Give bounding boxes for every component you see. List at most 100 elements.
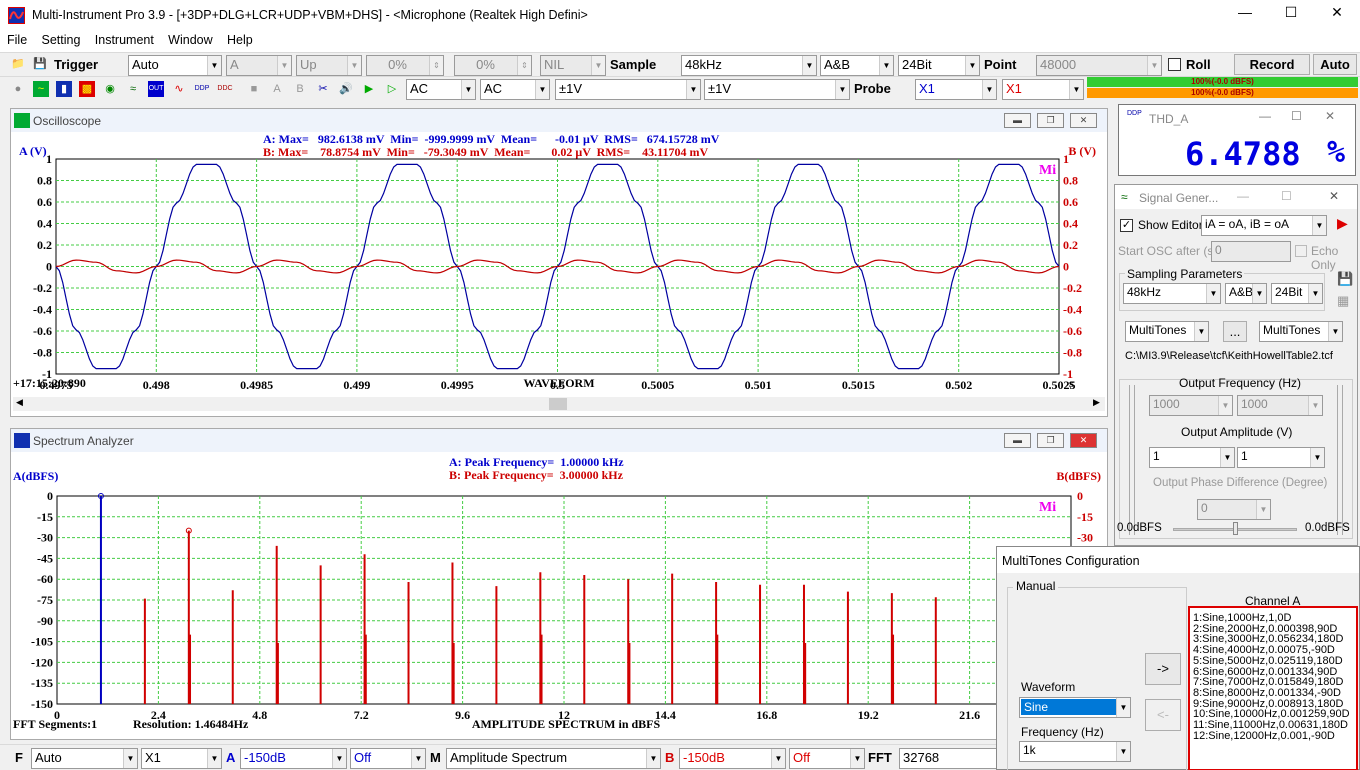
points-select[interactable]: 48000 ▼	[1036, 55, 1162, 76]
close-icon[interactable]: ✕	[1314, 4, 1360, 21]
maximize-icon[interactable]: ☐	[1268, 4, 1314, 21]
close-icon[interactable]: ✕	[1329, 189, 1339, 203]
spectrum-plot[interactable]: 0 -15 -30 -45 -60 -75 -90 -105 -120 -135 -150 0 -15 -…	[11, 452, 1107, 739]
channels-select[interactable]: A&B ▼	[820, 55, 894, 76]
waveform-select[interactable]: Sine ▼	[1019, 697, 1131, 718]
expr-select[interactable]: iA = oA, iB = oA ▼	[1201, 215, 1327, 236]
play-icon[interactable]: ▶	[1337, 215, 1348, 232]
sg-bits-select[interactable]: 24Bit ▼	[1271, 283, 1323, 304]
scissors-icon[interactable]: ✂	[315, 81, 331, 97]
output-icon[interactable]: OUT	[148, 81, 164, 97]
tone-list[interactable]: 1:Sine,1000Hz,1,0D 2:Sine,2000Hz,0.000398…	[1188, 606, 1358, 770]
h-scrollbar[interactable]: ◀ ▶	[13, 397, 1105, 411]
minimize-icon[interactable]: —	[1259, 109, 1271, 123]
oscilloscope-icon[interactable]: ~	[33, 81, 49, 97]
tool-b-icon[interactable]: B	[292, 81, 308, 97]
fft-size-select[interactable]: 32768	[899, 748, 997, 769]
menu-setting[interactable]: Setting	[35, 32, 85, 47]
start-osc-input[interactable]: 0	[1211, 241, 1291, 262]
slider-left-track[interactable]	[1129, 385, 1135, 535]
trigger-delay-input[interactable]: 0% ⇕	[454, 55, 532, 76]
scroll-thumb[interactable]	[549, 398, 567, 410]
a-floor-select[interactable]: -150dB ▼	[240, 748, 347, 769]
minimize-icon[interactable]: ▬	[1004, 433, 1031, 448]
tone-list-item[interactable]: 5:Sine,5000Hz,0.025119,180D	[1193, 655, 1354, 667]
b-off-select[interactable]: Off ▼	[789, 748, 865, 769]
play-once-icon[interactable]: ▷	[384, 81, 400, 97]
maximize-icon[interactable]: ☐	[1281, 189, 1292, 203]
maximize-icon[interactable]: ☐	[1291, 109, 1302, 123]
m-mode-select[interactable]: Amplitude Spectrum ▼	[446, 748, 661, 769]
close-icon[interactable]: ✕	[1070, 433, 1097, 448]
menu-window[interactable]: Window	[161, 32, 216, 47]
add-tone-button[interactable]: ->	[1145, 653, 1181, 685]
trigger-mode-select[interactable]: Auto ▼	[128, 55, 222, 76]
close-icon[interactable]: ✕	[1070, 113, 1097, 128]
minimize-icon[interactable]: —	[1237, 189, 1249, 203]
oscilloscope-plot[interactable]: 10.80.60.40.20-0.2-0.4-0.6-0.8-110.80.60…	[11, 132, 1107, 404]
play-icon[interactable]: ▶	[361, 81, 377, 97]
echo-only-checkbox[interactable]	[1295, 245, 1307, 257]
auto-button[interactable]: Auto	[1313, 54, 1357, 75]
trigger-level-input[interactable]: 0% ⇕	[366, 55, 444, 76]
amp-b-select[interactable]: 1 ▼	[1237, 447, 1325, 468]
spectrogram-icon[interactable]: ▩	[79, 81, 95, 97]
table-icon[interactable]: ▦	[1337, 293, 1349, 309]
wave-a-select[interactable]: MultiTones ▼	[1125, 321, 1209, 342]
tone-list-item[interactable]: 12:Sine,12000Hz,0.001,-90D	[1193, 730, 1354, 742]
wave-b-select[interactable]: MultiTones ▼	[1259, 321, 1343, 342]
ddp-icon[interactable]: DDP	[194, 81, 210, 97]
trigger-nil-select[interactable]: NIL ▼	[540, 55, 606, 76]
probe-a-select[interactable]: X1 ▼	[915, 79, 997, 100]
roll-checkbox[interactable]	[1168, 58, 1181, 71]
freq-b-select[interactable]: 1000 ▼	[1237, 395, 1323, 416]
f-mode-select[interactable]: Auto ▼	[31, 748, 138, 769]
more-button[interactable]: ...	[1223, 321, 1247, 342]
menu-file[interactable]: File	[0, 32, 31, 47]
bits-select[interactable]: 24Bit ▼	[898, 55, 980, 76]
range-b-select[interactable]: ±1V ▼	[704, 79, 850, 100]
b-floor-select[interactable]: -150dB ▼	[679, 748, 786, 769]
stop-icon[interactable]: ●	[10, 81, 26, 97]
f-mult-select[interactable]: X1 ▼	[141, 748, 222, 769]
record-button[interactable]: Record	[1234, 54, 1310, 75]
trigger-edge-select[interactable]: Up ▼	[296, 55, 362, 76]
save-icon[interactable]: 💾	[1337, 271, 1353, 287]
sg-rate-select[interactable]: 48kHz ▼	[1123, 283, 1221, 304]
frequency-select[interactable]: 1k ▼	[1019, 741, 1131, 762]
tool-a-icon[interactable]: A	[269, 81, 285, 97]
range-a-select[interactable]: ±1V ▼	[555, 79, 701, 100]
menu-instrument[interactable]: Instrument	[88, 32, 158, 47]
ddc-icon[interactable]: DDC	[217, 81, 233, 97]
speaker-icon[interactable]: 🔊	[338, 81, 354, 97]
remove-tone-button[interactable]: <-	[1145, 699, 1181, 731]
probe-b-select[interactable]: X1 ▼	[1002, 79, 1084, 100]
scroll-right-icon[interactable]: ▶	[1093, 397, 1100, 408]
meter-icon[interactable]: ◉	[102, 81, 118, 97]
sample-rate-select[interactable]: 48kHz ▼	[681, 55, 817, 76]
amp-a-select[interactable]: 1 ▼	[1149, 447, 1235, 468]
close-icon[interactable]: ✕	[1325, 109, 1335, 123]
balance-slider-thumb[interactable]	[1233, 522, 1238, 535]
coupling-a-select[interactable]: AC ▼	[406, 79, 476, 100]
phase-select[interactable]: 0 ▼	[1197, 499, 1271, 520]
freq-a-select[interactable]: 1000 ▼	[1149, 395, 1233, 416]
minimize-icon[interactable]: —	[1222, 4, 1268, 20]
wave-icon[interactable]: ∿	[171, 81, 187, 97]
probe-icon[interactable]: ■	[246, 81, 262, 97]
coupling-b-select[interactable]: AC ▼	[480, 79, 550, 100]
open-folder-icon[interactable]: 📁	[10, 56, 26, 72]
restore-icon[interactable]: ❐	[1037, 433, 1064, 448]
save-icon[interactable]: 💾	[32, 56, 48, 72]
generator-icon[interactable]: ≈	[125, 81, 141, 97]
slider-right-track[interactable]	[1337, 385, 1343, 535]
menu-help[interactable]: Help	[220, 32, 257, 47]
a-off-select[interactable]: Off ▼	[350, 748, 426, 769]
trigger-source-select[interactable]: A ▼	[226, 55, 292, 76]
show-editor-checkbox[interactable]: ✓	[1120, 219, 1133, 232]
sg-channels-select[interactable]: A&B ▼	[1225, 283, 1267, 304]
minimize-icon[interactable]: ▬	[1004, 113, 1031, 128]
restore-icon[interactable]: ❐	[1037, 113, 1064, 128]
spectrum-icon[interactable]: ▮	[56, 81, 72, 97]
scroll-left-icon[interactable]: ◀	[16, 397, 23, 408]
